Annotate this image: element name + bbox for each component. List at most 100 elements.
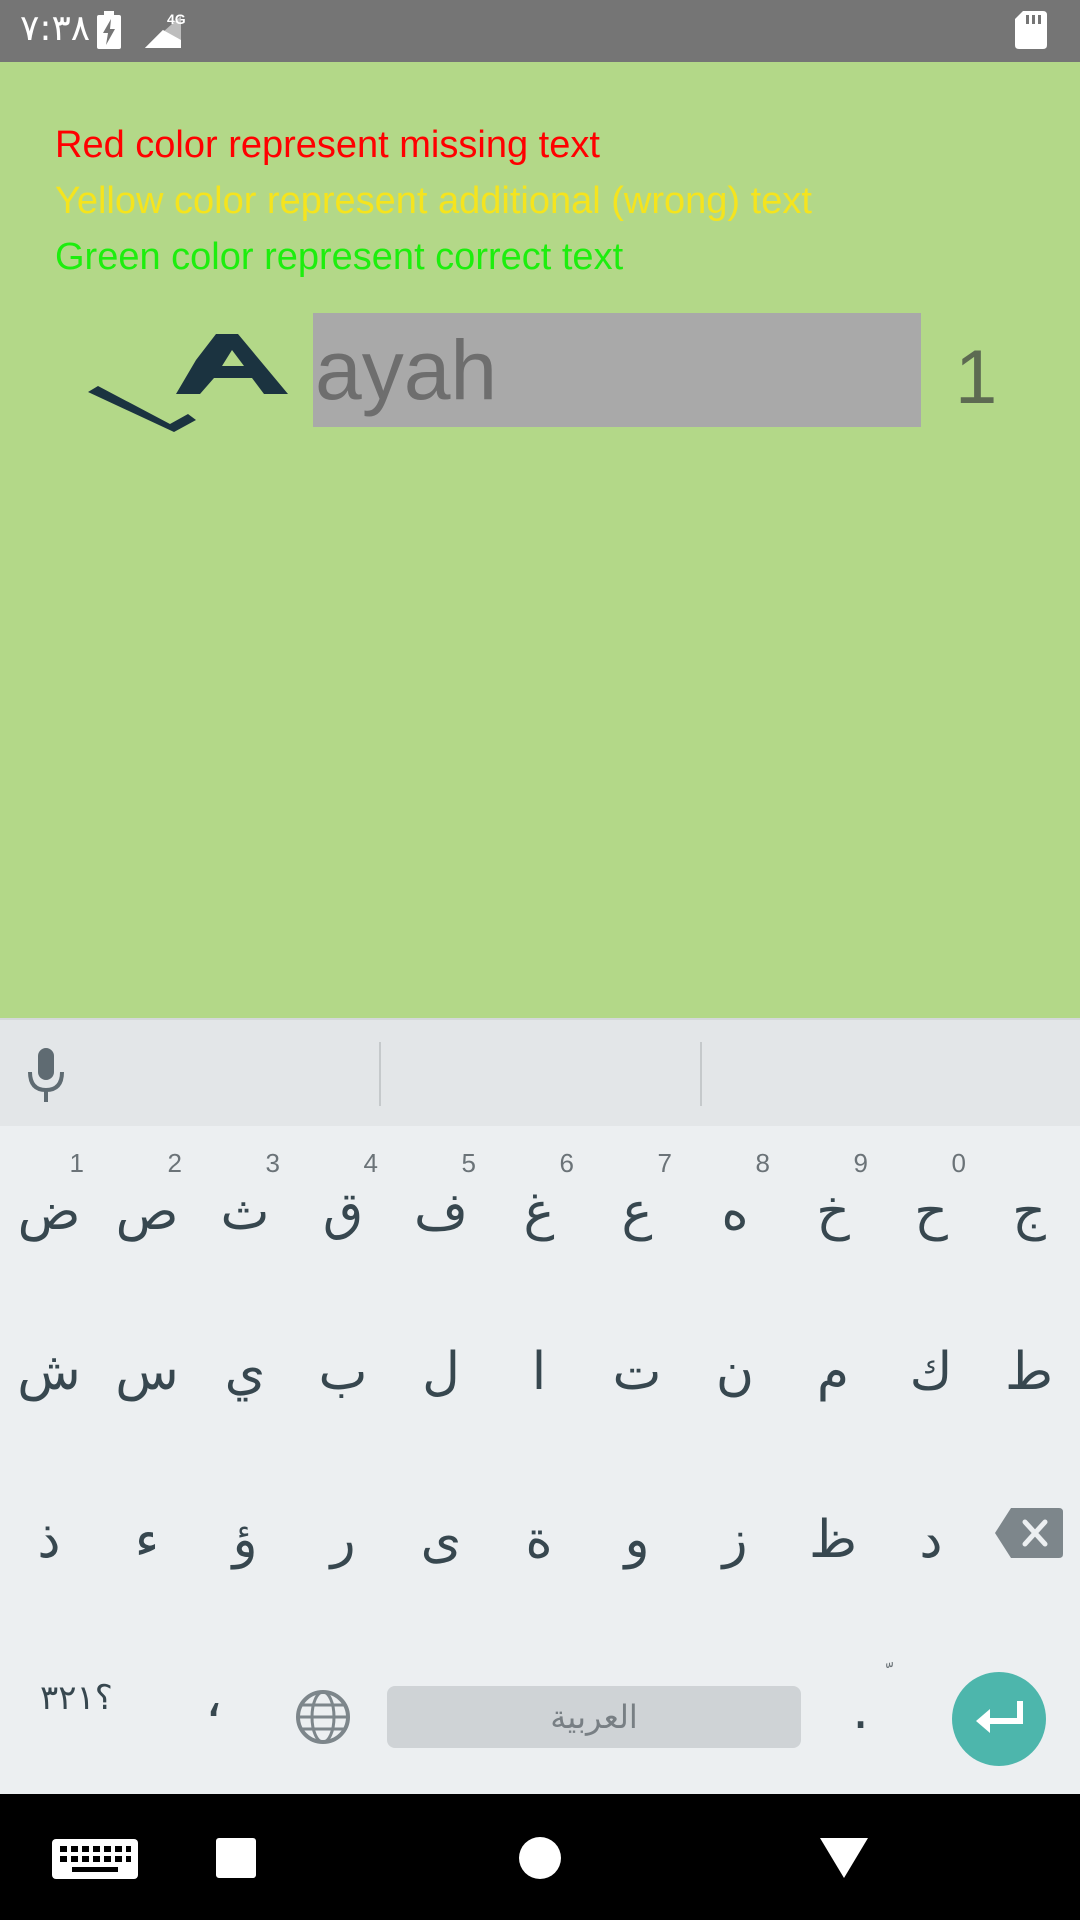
signal-icon: 4G <box>143 10 186 55</box>
legend-additional-text: Yellow color represent additional (wrong… <box>55 180 812 222</box>
key-label: ث <box>220 1182 270 1242</box>
sd-card-icon <box>1015 11 1047 54</box>
key-hint: 4 <box>363 1148 378 1178</box>
symbols-key[interactable]: ؟٣٢١ <box>40 1678 113 1718</box>
key-label: ح <box>914 1182 948 1242</box>
navigation-bar <box>0 1794 1080 1920</box>
key-label: ل <box>422 1342 460 1402</box>
key-row3-4[interactable]: ر <box>294 1452 392 1602</box>
enter-button[interactable] <box>952 1672 1046 1766</box>
key-label: ه <box>721 1182 749 1242</box>
key-label: ش <box>17 1342 81 1402</box>
key-row1-3[interactable]: ث3 <box>196 1124 294 1274</box>
key-row2-6[interactable]: ا <box>490 1284 588 1434</box>
key-hint: 5 <box>461 1148 476 1178</box>
space-key[interactable]: العربية <box>387 1686 801 1748</box>
key-row1-2[interactable]: ص2 <box>98 1124 196 1274</box>
key-label: خ <box>816 1182 850 1242</box>
backspace-icon[interactable] <box>995 1508 1063 1563</box>
key-row2-2[interactable]: س <box>98 1284 196 1434</box>
key-row2-7[interactable]: ت <box>588 1284 686 1434</box>
legend-correct-text: Green color represent correct text <box>55 236 624 278</box>
key-label: ع <box>621 1182 653 1242</box>
key-row2-3[interactable]: ي <box>196 1284 294 1434</box>
key-label: م <box>816 1342 850 1402</box>
key-hint: 8 <box>755 1148 770 1178</box>
key-row2-11[interactable]: ط <box>980 1284 1078 1434</box>
key-row-1: ض1 ص2 ث3 ق4 ف5 غ6 ع7 ه8 خ9 ح0 ج <box>0 1124 1080 1284</box>
battery-charging-icon <box>97 11 121 54</box>
key-row2-4[interactable]: ب <box>294 1284 392 1434</box>
key-hint: 6 <box>559 1148 574 1178</box>
key-label: س <box>115 1342 179 1402</box>
key-row3-9[interactable]: ظ <box>784 1452 882 1602</box>
suggestion-strip <box>0 1018 1080 1126</box>
key-label: ك <box>909 1342 953 1402</box>
back-icon[interactable] <box>820 1838 868 1883</box>
key-label: و <box>624 1510 650 1570</box>
key-label: ي <box>224 1342 266 1402</box>
key-label: ا <box>531 1342 547 1402</box>
key-label: ز <box>722 1510 748 1570</box>
key-label: ظ <box>808 1510 858 1570</box>
key-label: ق <box>322 1182 364 1242</box>
key-row3-2[interactable]: ء <box>98 1452 196 1602</box>
key-row3-6[interactable]: ة <box>490 1452 588 1602</box>
key-row1-5[interactable]: ف5 <box>392 1124 490 1274</box>
key-hint: 9 <box>853 1148 868 1178</box>
key-row2-1[interactable]: ش <box>0 1284 98 1434</box>
key-label: ف <box>414 1182 468 1242</box>
keyboard: ض1 ص2 ث3 ق4 ف5 غ6 ع7 ه8 خ9 ح0 ج ش س ي ب … <box>0 1018 1080 1794</box>
key-label: ط <box>1004 1342 1054 1402</box>
key-row1-9[interactable]: خ9 <box>784 1124 882 1274</box>
keyboard-bottom-row: ؟٣٢١ ، العربية . ّ <box>0 1638 1080 1778</box>
globe-icon[interactable] <box>295 1689 351 1750</box>
key-row2-8[interactable]: ن <box>686 1284 784 1434</box>
arabic-alif-logo-icon <box>88 332 293 447</box>
key-label: ت <box>612 1342 662 1402</box>
ayah-input[interactable]: ayah <box>313 313 921 427</box>
key-row1-8[interactable]: ه8 <box>686 1124 784 1274</box>
ayah-number: 1 <box>955 335 998 420</box>
key-row1-6[interactable]: غ6 <box>490 1124 588 1274</box>
comma-key[interactable]: ، <box>205 1666 222 1729</box>
key-row1-1[interactable]: ض1 <box>0 1124 98 1274</box>
home-icon[interactable] <box>519 1837 561 1884</box>
key-hint: 0 <box>951 1148 966 1178</box>
period-key[interactable]: . <box>852 1678 876 1741</box>
suggestion-divider <box>379 1042 381 1106</box>
key-row1-4[interactable]: ق4 <box>294 1124 392 1274</box>
key-row3-10[interactable]: د <box>882 1452 980 1602</box>
key-hint: 7 <box>657 1148 672 1178</box>
key-row3-5[interactable]: ى <box>392 1452 490 1602</box>
key-row2-9[interactable]: م <box>784 1284 882 1434</box>
key-row3-3[interactable]: ؤ <box>196 1452 294 1602</box>
key-row1-7[interactable]: ع7 <box>588 1124 686 1274</box>
key-row1-11[interactable]: ج <box>980 1124 1078 1274</box>
key-row3-8[interactable]: ز <box>686 1452 784 1602</box>
key-hint: 3 <box>265 1148 280 1178</box>
key-hint: 2 <box>167 1148 182 1178</box>
network-type-label: 4G <box>167 11 185 27</box>
key-row2-5[interactable]: ل <box>392 1284 490 1434</box>
key-hint: 1 <box>69 1148 84 1178</box>
key-row1-10[interactable]: ح0 <box>882 1124 980 1274</box>
key-row3-1[interactable]: ذ <box>0 1452 98 1602</box>
key-label: ى <box>420 1510 462 1570</box>
key-row-2: ش س ي ب ل ا ت ن م ك ط <box>0 1284 1080 1444</box>
key-label: ص <box>115 1182 179 1242</box>
microphone-icon[interactable] <box>26 1048 66 1109</box>
key-row-3: ذ ء ؤ ر ى ة و ز ظ د <box>0 1452 1080 1612</box>
key-label: ر <box>330 1510 356 1570</box>
recents-icon[interactable] <box>216 1838 256 1883</box>
key-label: ذ <box>37 1510 61 1570</box>
keyboard-icon[interactable] <box>52 1839 138 1884</box>
key-label: د <box>919 1510 943 1570</box>
legend-missing-text: Red color represent missing text <box>55 124 600 166</box>
key-row2-10[interactable]: ك <box>882 1284 980 1434</box>
enter-arrow-icon <box>976 1701 1023 1733</box>
key-label: ب <box>318 1342 368 1402</box>
key-label: ض <box>17 1182 81 1242</box>
key-row3-7[interactable]: و <box>588 1452 686 1602</box>
key-label: غ <box>523 1182 555 1242</box>
